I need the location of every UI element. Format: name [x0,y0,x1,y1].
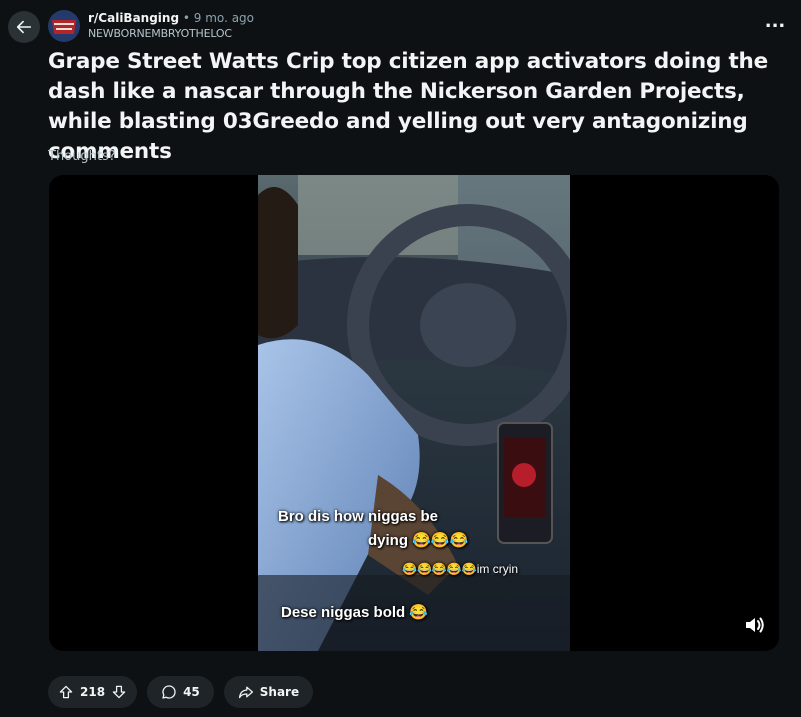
video-still [258,175,570,651]
comment-icon [162,685,176,699]
post-actions: 218 45 Share [48,676,314,708]
downvote-icon[interactable] [111,684,127,700]
video-caption-1: Bro dis how niggas be [278,508,439,525]
share-button[interactable]: Share [223,676,314,708]
share-label: Share [259,685,300,699]
video-player[interactable]: Bro dis how niggas be dying 😂😂😂 😂😂😂😂😂im … [49,175,779,651]
video-frame: Bro dis how niggas be dying 😂😂😂 😂😂😂😂😂im … [258,175,570,651]
video-caption-2: dying 😂😂😂 [368,532,469,549]
comments-button[interactable]: 45 [147,676,214,708]
post-age: 9 mo. ago [193,11,255,25]
share-icon [238,686,253,699]
video-caption-3: 😂😂😂😂😂im cryin [402,562,519,576]
arrow-left-icon [16,20,32,34]
author-name[interactable]: NEWBORNEMBRYOTHELOC [88,26,254,41]
post-body: Thoughts? [48,149,116,164]
post-title: Grape Street Watts Crip top citizen app … [48,49,769,164]
volume-icon [746,617,764,633]
vote-control: 218 [48,676,138,708]
comment-count: 45 [183,685,200,699]
vote-score: 218 [80,685,106,699]
volume-button[interactable] [743,613,767,637]
video-caption-4: Dese niggas bold 😂 [281,604,429,621]
subreddit-avatar[interactable] [48,10,80,42]
more-options-button[interactable]: ... [761,13,789,38]
upvote-icon[interactable] [58,684,74,700]
subreddit-name[interactable]: r/CaliBanging [88,11,179,25]
post-meta: r/CaliBanging • 9 mo. ago NEWBORNEMBRYOT… [88,11,254,41]
back-button[interactable] [8,11,40,43]
avatar-image [48,10,80,42]
meta-separator: • [182,11,190,25]
